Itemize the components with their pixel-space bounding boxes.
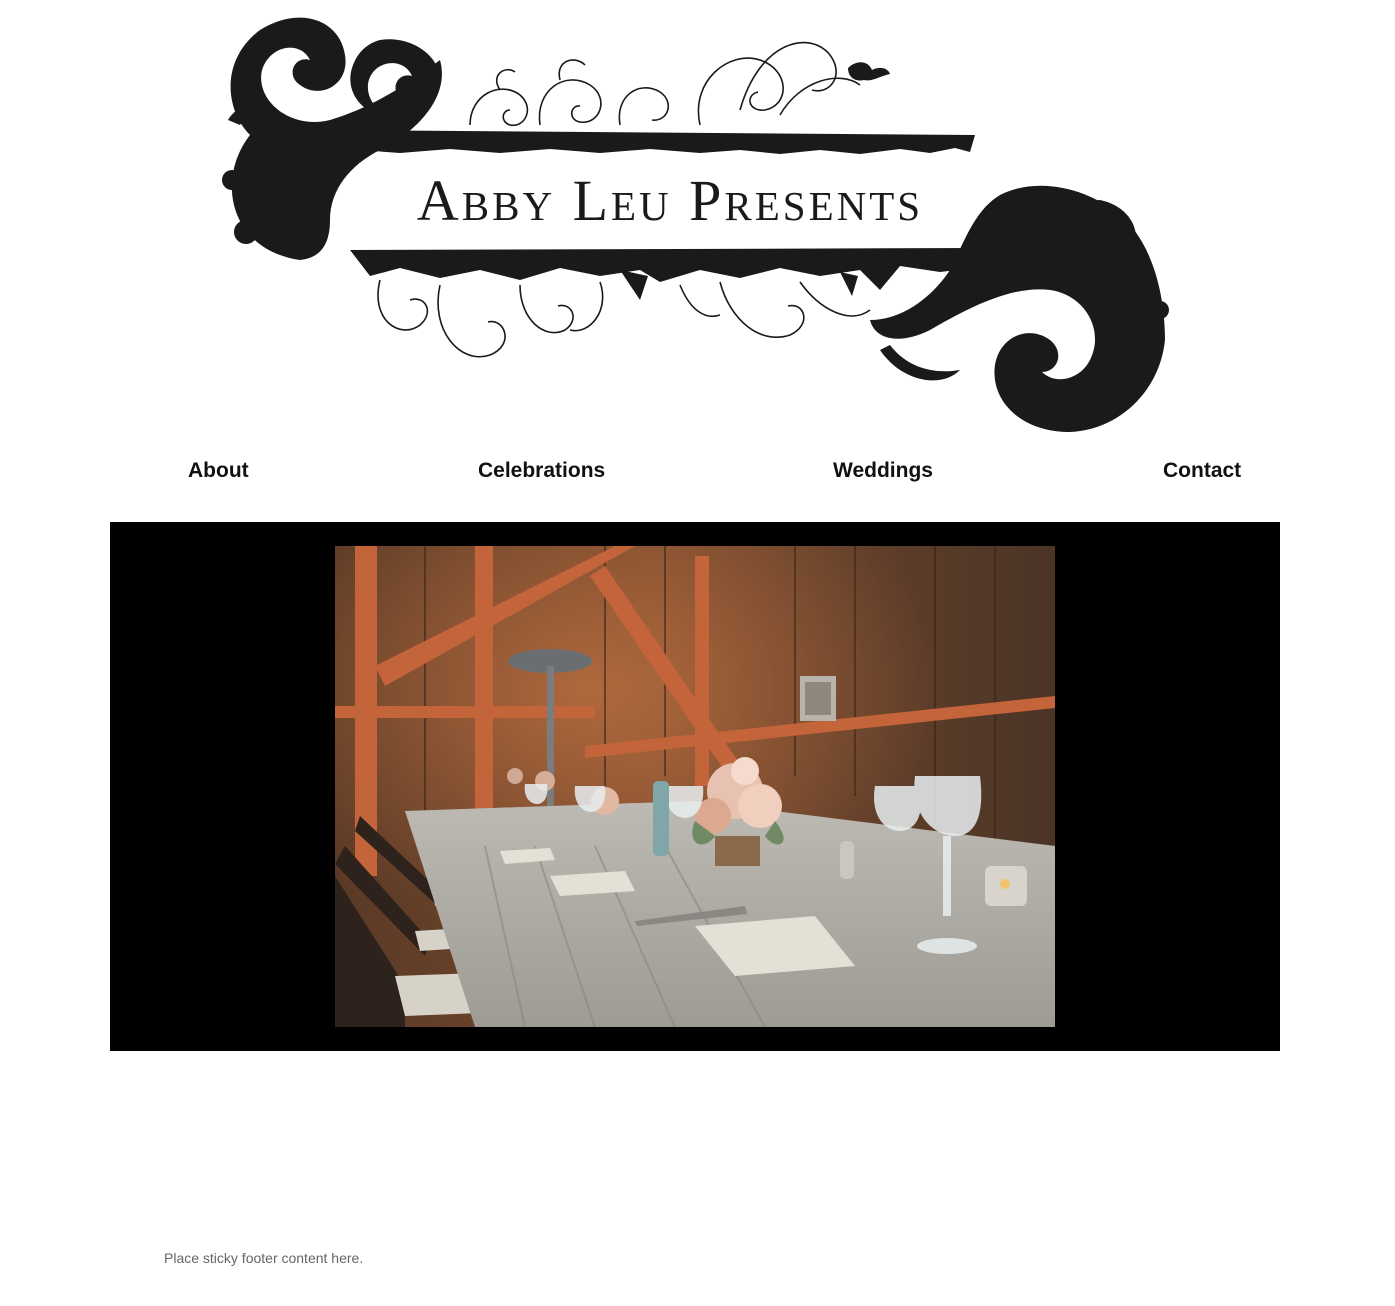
banquet-table-photo xyxy=(335,546,1055,1027)
bird-silhouette xyxy=(848,62,890,81)
bottom-outline-swirls xyxy=(377,279,871,358)
nav-link-contact[interactable]: Contact xyxy=(1163,452,1241,492)
sticky-footer-text: Place sticky footer content here. xyxy=(164,1250,364,1266)
site-header: Abby Leu Presents xyxy=(0,0,1395,440)
logo-title: Abby Leu Presents xyxy=(416,167,924,233)
slideshow xyxy=(110,522,1280,1051)
nav-link-weddings[interactable]: Weddings xyxy=(833,452,933,492)
nav-link-celebrations[interactable]: Celebrations xyxy=(478,452,605,492)
top-outline-swirls xyxy=(469,41,861,126)
nav-link-about[interactable]: About xyxy=(188,452,249,492)
main-nav: About Celebrations Weddings Contact xyxy=(0,452,1395,492)
